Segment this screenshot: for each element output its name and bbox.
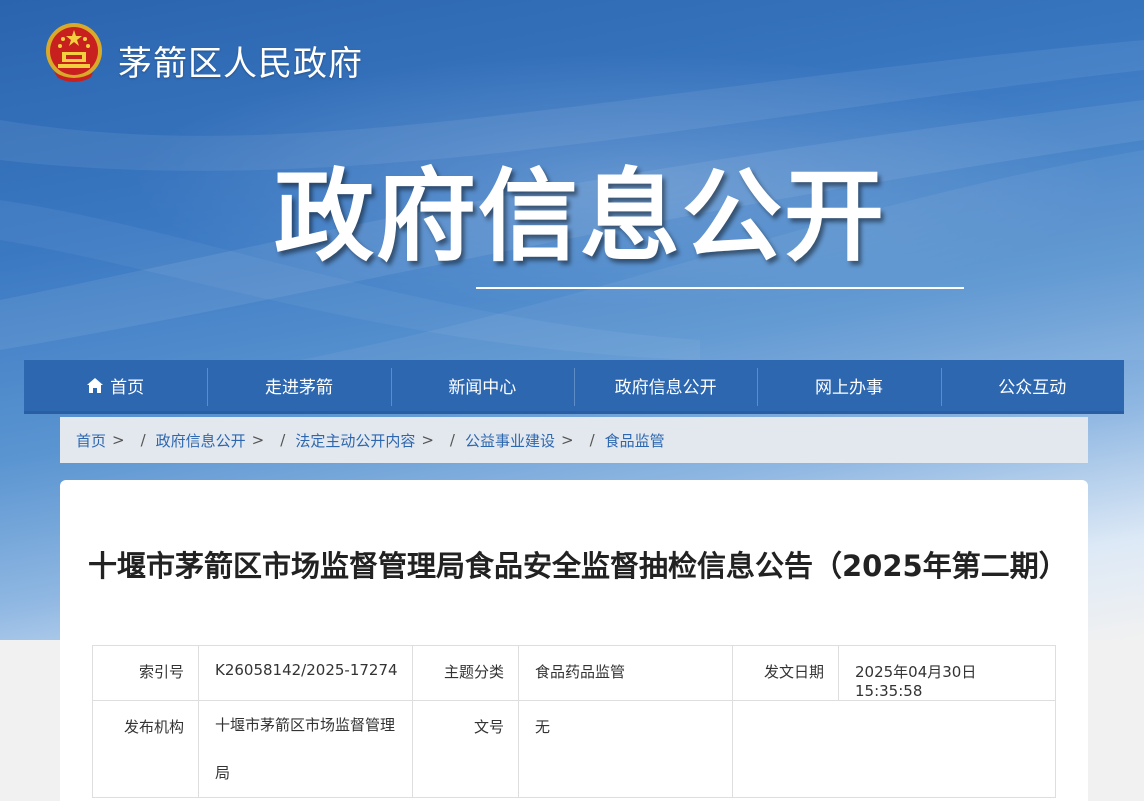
breadcrumb-gov-info[interactable]: 政府信息公开 xyxy=(156,430,246,451)
breadcrumb-separator: > xyxy=(560,431,574,449)
breadcrumb-slash: / xyxy=(449,431,455,449)
article-card: 十堰市茅箭区市场监督管理局食品安全监督抽检信息公告（2025年第二期） 索引号 … xyxy=(60,480,1088,801)
nav-item-about[interactable]: 走进茅箭 xyxy=(207,360,390,411)
nav-item-label: 政府信息公开 xyxy=(614,378,717,398)
breadcrumb-statutory-content[interactable]: 法定主动公开内容 xyxy=(295,430,415,451)
breadcrumb-separator: > xyxy=(112,431,125,449)
breadcrumb-separator: > xyxy=(251,431,265,449)
home-icon xyxy=(87,378,104,393)
article-title: 十堰市茅箭区市场监督管理局食品安全监督抽检信息公告（2025年第二期） xyxy=(88,549,1068,583)
breadcrumb-slash: / xyxy=(280,431,286,449)
main-nav: 首页 走进茅箭 新闻中心 政府信息公开 网上办事 公众互动 xyxy=(24,360,1124,414)
nav-item-news[interactable]: 新闻中心 xyxy=(390,360,574,411)
nav-item-label: 首页 xyxy=(110,378,145,398)
banner-divider xyxy=(476,287,964,289)
nav-item-interaction[interactable]: 公众互动 xyxy=(940,360,1124,411)
national-emblem-icon[interactable] xyxy=(44,22,104,84)
nav-item-gov-info[interactable]: 政府信息公开 xyxy=(573,360,757,411)
site-name[interactable]: 茅箭区人民政府 xyxy=(118,36,363,85)
nav-item-home[interactable]: 首页 xyxy=(24,360,207,411)
breadcrumb-food-supervision[interactable]: 食品监管 xyxy=(605,430,665,451)
breadcrumb-slash: / xyxy=(589,431,595,449)
nav-item-label: 网上办事 xyxy=(814,378,883,398)
breadcrumb-home[interactable]: 首页 xyxy=(76,430,106,451)
org-value: 十堰市茅箭区市场监督管理局 xyxy=(198,700,413,798)
banner-title: 政府信息公开 xyxy=(274,158,886,275)
org-label: 发布机构 xyxy=(92,700,199,798)
breadcrumb: 首页 > / 政府信息公开 > / 法定主动公开内容 > / 公益事业建设 > … xyxy=(60,417,1088,463)
nav-item-online-services[interactable]: 网上办事 xyxy=(757,360,940,411)
breadcrumb-separator: > xyxy=(421,431,434,449)
index-value: K26058142/2025-17274 xyxy=(198,645,413,701)
docno-label: 文号 xyxy=(412,700,519,798)
topic-value: 食品药品监管 xyxy=(518,645,733,701)
date-value: 2025年04月30日 15:35:58 xyxy=(838,645,1056,701)
nav-item-label: 新闻中心 xyxy=(448,378,517,398)
table-row: 发布机构 十堰市茅箭区市场监督管理局 文号 无 xyxy=(92,700,1056,798)
metadata-table: 索引号 K26058142/2025-17274 主题分类 食品药品监管 发文日… xyxy=(92,645,1056,798)
index-label: 索引号 xyxy=(92,645,199,701)
nav-item-label: 走进茅箭 xyxy=(264,378,333,398)
topic-label: 主题分类 xyxy=(412,645,519,701)
nav-item-label: 公众互动 xyxy=(998,378,1067,398)
table-row: 索引号 K26058142/2025-17274 主题分类 食品药品监管 发文日… xyxy=(92,645,1056,701)
date-label: 发文日期 xyxy=(732,645,839,701)
docno-value: 无 xyxy=(518,700,733,798)
empty-cell xyxy=(732,700,1056,798)
breadcrumb-slash: / xyxy=(140,431,146,449)
breadcrumb-public-welfare[interactable]: 公益事业建设 xyxy=(465,430,555,451)
